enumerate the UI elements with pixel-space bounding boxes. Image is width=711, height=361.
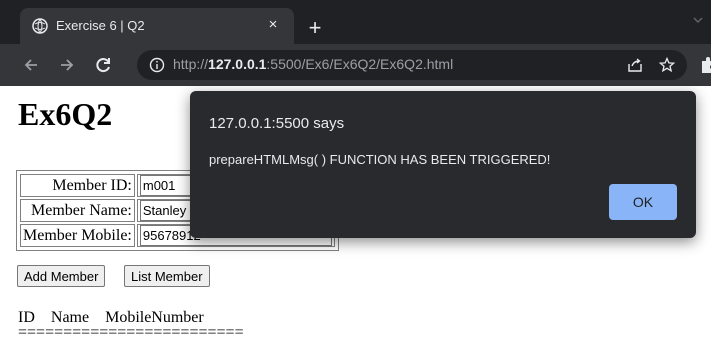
tab-search-icon[interactable] bbox=[690, 12, 706, 28]
member-name-label: Member Name: bbox=[20, 199, 135, 222]
site-info-icon[interactable] bbox=[149, 57, 165, 73]
share-icon[interactable] bbox=[627, 57, 643, 73]
add-member-button[interactable]: Add Member bbox=[17, 265, 106, 287]
page-title: Ex6Q2 bbox=[18, 96, 113, 132]
favicon-globe-icon bbox=[32, 18, 48, 34]
tab-title: Exercise 6 | Q2 bbox=[56, 18, 145, 33]
url-text[interactable]: http://127.0.0.1:5500/Ex6/Ex6Q2/Ex6Q2.ht… bbox=[173, 56, 453, 72]
browser-toolbar: http://127.0.0.1:5500/Ex6/Ex6Q2/Ex6Q2.ht… bbox=[0, 44, 711, 86]
new-tab-button[interactable]: + bbox=[303, 16, 327, 40]
member-mobile-label: Member Mobile: bbox=[20, 224, 135, 247]
forward-arrow-icon[interactable] bbox=[56, 54, 78, 76]
member-list-separator: ========================= bbox=[18, 324, 244, 341]
back-arrow-icon[interactable] bbox=[20, 54, 42, 76]
reload-icon[interactable] bbox=[92, 54, 114, 76]
member-id-label: Member ID: bbox=[20, 174, 135, 197]
close-tab-icon[interactable]: × bbox=[263, 15, 283, 35]
list-member-button[interactable]: List Member bbox=[124, 265, 210, 287]
dialog-message: prepareHTMLMsg( ) FUNCTION HAS BEEN TRIG… bbox=[209, 152, 551, 167]
alert-dialog: 127.0.0.1:5500 says prepareHTMLMsg( ) FU… bbox=[190, 91, 696, 238]
ok-button[interactable]: OK bbox=[609, 184, 677, 220]
browser-tab-strip: Exercise 6 | Q2 × + bbox=[0, 0, 711, 44]
address-bar[interactable]: http://127.0.0.1:5500/Ex6/Ex6Q2/Ex6Q2.ht… bbox=[137, 50, 687, 80]
dialog-title: 127.0.0.1:5500 says bbox=[209, 115, 345, 132]
browser-tab[interactable]: Exercise 6 | Q2 × bbox=[20, 8, 294, 44]
extensions-puzzle-icon[interactable] bbox=[699, 56, 711, 74]
bookmark-star-icon[interactable] bbox=[659, 57, 675, 73]
